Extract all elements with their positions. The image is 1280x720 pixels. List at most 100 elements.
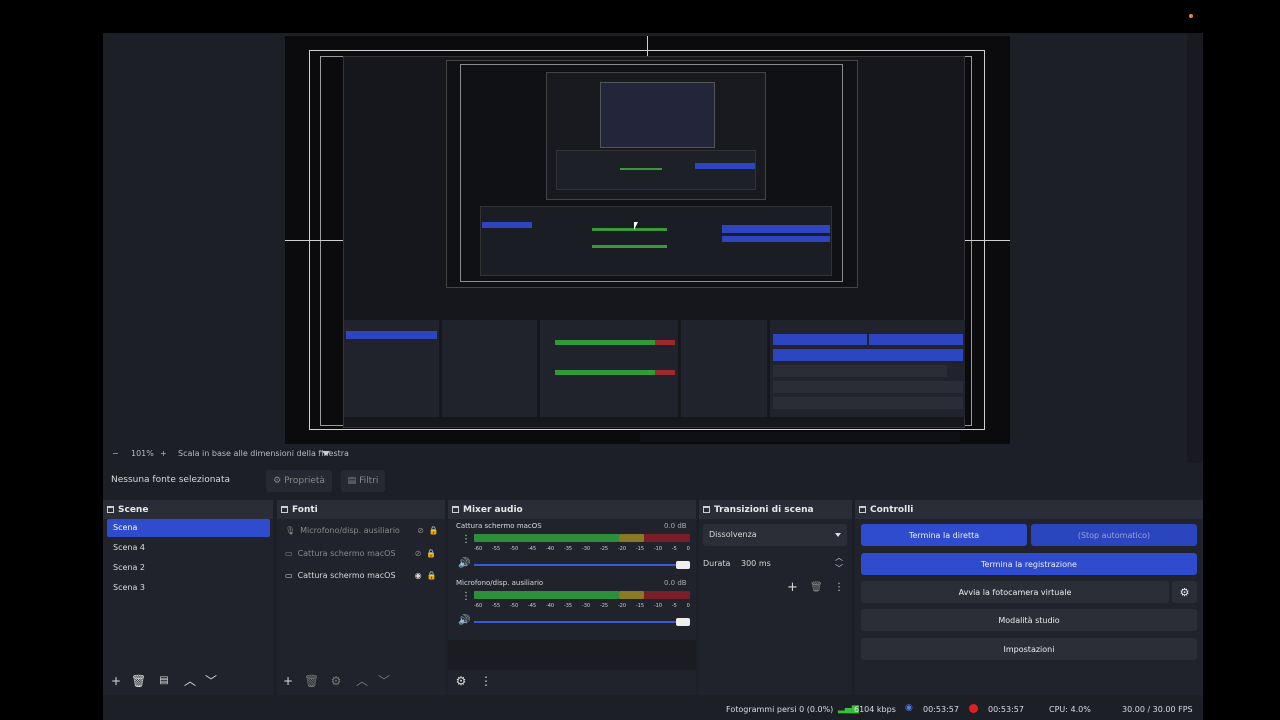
nested-mouse-cursor: [634, 222, 638, 230]
chevron-down-icon[interactable]: ﹀: [377, 674, 391, 688]
nested-control-highlight: [722, 225, 830, 233]
nested-meter: [592, 228, 667, 231]
preview-scrollbar[interactable]: [1187, 33, 1203, 463]
duration-down-icon[interactable]: ﹀: [835, 563, 843, 574]
zoom-bar: − 101% + Scala in base alle dimensioni d…: [103, 446, 1203, 462]
filters-button[interactable]: ▤ Filtri: [341, 470, 385, 492]
trash-icon[interactable]: 🗑: [131, 674, 146, 688]
nested-deep-panels: [556, 150, 756, 190]
scene-item[interactable]: Scena 4: [107, 539, 270, 557]
channel-db: 0.0 dB: [664, 522, 687, 530]
record-time: 00:53:57: [988, 705, 1024, 714]
sources-title: Fonti: [292, 504, 318, 515]
trash-icon[interactable]: 🗑: [810, 582, 823, 593]
nested-control-highlight: [722, 236, 830, 242]
more-options-icon[interactable]: ⋮: [479, 674, 493, 688]
meter-scale: -60 -55 -50 -45 -40 -35 -30 -25 -20 -15 -10 -5 0: [474, 546, 690, 552]
volume-slider-handle[interactable]: [676, 618, 690, 626]
lock-icon[interactable]: 🔒: [427, 571, 437, 580]
chevron-down-icon: [835, 533, 841, 537]
studio-mode-button[interactable]: Modalità studio: [861, 609, 1197, 631]
zoom-level: 101%: [131, 449, 154, 458]
scale-mode-dropdown-icon[interactable]: [322, 451, 330, 456]
properties-button[interactable]: ⚙ Proprietà: [266, 470, 332, 492]
filters-label: Filtri: [359, 476, 379, 486]
scene-item[interactable]: Scena 3: [107, 579, 270, 597]
speaker-icon[interactable]: 🔊: [458, 615, 470, 626]
mixer-dock-header: Mixer audio: [448, 500, 696, 519]
audio-settings-icon[interactable]: ⚙: [454, 674, 468, 688]
volume-meter-red: [644, 591, 690, 599]
cpu-usage: CPU: 4.0%: [1049, 705, 1091, 714]
meter-tick-label: -5: [671, 546, 677, 552]
eye-hidden-icon[interactable]: ⊘: [417, 526, 424, 535]
speaker-icon[interactable]: 🔊: [458, 558, 470, 569]
fps: 30.00 / 30.00 FPS: [1122, 705, 1193, 714]
meter-tick-label: -15: [635, 546, 645, 552]
dropped-frames: Fotogrammi persi 0 (0.0%): [726, 705, 834, 714]
meter-tick-label: -40: [545, 546, 555, 552]
eye-icon[interactable]: ◉: [415, 571, 422, 580]
nested-statusbar: [640, 432, 960, 442]
auto-stop-button[interactable]: (Stop automatico): [1031, 524, 1197, 546]
volume-slider[interactable]: [474, 564, 676, 566]
bitrate: 6104 kbps: [854, 705, 896, 714]
duration-up-icon[interactable]: ︿: [835, 552, 843, 563]
stop-streaming-button[interactable]: Termina la diretta: [861, 524, 1027, 546]
scene-item[interactable]: Scena 2: [107, 559, 270, 577]
stop-recording-button[interactable]: Termina la registrazione: [861, 553, 1197, 575]
source-item[interactable]: 🎙 Microfono/disp. ausiliario ⊘ 🔒: [285, 521, 445, 539]
controls-dock-header: Controlli: [855, 500, 1203, 519]
volume-slider-handle[interactable]: [676, 561, 690, 569]
scene-item[interactable]: Scena: [107, 519, 270, 537]
lock-icon[interactable]: 🔒: [426, 549, 436, 558]
meter-tick-label: -45: [527, 603, 537, 609]
eye-hidden-icon[interactable]: ⊘: [415, 549, 422, 558]
nested-control-button: [773, 397, 963, 409]
controls-dock: Controlli Termina la diretta (Stop autom…: [855, 500, 1203, 695]
monitor-icon: ▭: [285, 570, 293, 580]
meter-tick-label: -35: [563, 546, 573, 552]
nested-control-button: [869, 334, 963, 345]
more-options-icon[interactable]: ⋮: [461, 591, 471, 602]
lock-icon[interactable]: 🔒: [429, 526, 439, 535]
volume-meter-yellow: [619, 534, 644, 542]
nested-deep-meter: [620, 168, 662, 170]
add-icon[interactable]: +: [281, 674, 295, 688]
start-virtual-camera-button[interactable]: Avvia la fotocamera virtuale: [861, 581, 1169, 603]
meter-tick-label: -60: [474, 546, 483, 552]
zoom-in-button[interactable]: +: [160, 449, 167, 458]
nested-meter: [555, 340, 655, 345]
settings-button[interactable]: Impostazioni: [861, 638, 1197, 660]
chevron-up-icon[interactable]: ︿: [355, 674, 369, 688]
source-label: Cattura schermo macOS: [297, 570, 396, 580]
transition-select[interactable]: Dissolvenza: [703, 524, 847, 546]
add-icon[interactable]: +: [109, 674, 123, 688]
nested-control-button: [773, 381, 963, 393]
meter-tick-label: -25: [599, 546, 609, 552]
more-options-icon[interactable]: ⋮: [461, 534, 471, 545]
gear-icon[interactable]: ⚙: [329, 674, 343, 688]
more-options-icon[interactable]: ⋮: [834, 582, 844, 593]
meter-tick-label: -45: [527, 546, 537, 552]
dock-window-icon: [859, 506, 866, 513]
meter-tick-label: -10: [653, 603, 663, 609]
source-item[interactable]: ▭ Cattura schermo macOS ◉ 🔒: [285, 566, 445, 584]
nested-dock-sources: [442, 320, 537, 417]
gear-icon: ⚙: [1179, 585, 1190, 599]
volume-slider[interactable]: [474, 621, 676, 623]
add-icon[interactable]: +: [787, 580, 798, 595]
volume-meter-green: [474, 534, 619, 542]
zoom-out-button[interactable]: −: [112, 449, 119, 458]
meter-tick-label: -55: [491, 603, 501, 609]
duration-input[interactable]: 300 ms: [741, 559, 771, 568]
trash-icon[interactable]: 🗑: [304, 674, 319, 688]
chevron-down-icon[interactable]: ﹀: [204, 674, 218, 688]
channel-name: Microfono/disp. ausiliario: [456, 579, 544, 587]
nested-control-button: [773, 365, 947, 377]
source-item[interactable]: ▭ Cattura schermo macOS ⊘ 🔒: [285, 544, 445, 562]
chevron-up-icon[interactable]: ︿: [183, 674, 197, 688]
filter-icon[interactable]: ▤: [157, 674, 171, 688]
virtual-camera-settings-button[interactable]: ⚙: [1172, 581, 1197, 603]
meter-tick-label: -25: [599, 603, 609, 609]
